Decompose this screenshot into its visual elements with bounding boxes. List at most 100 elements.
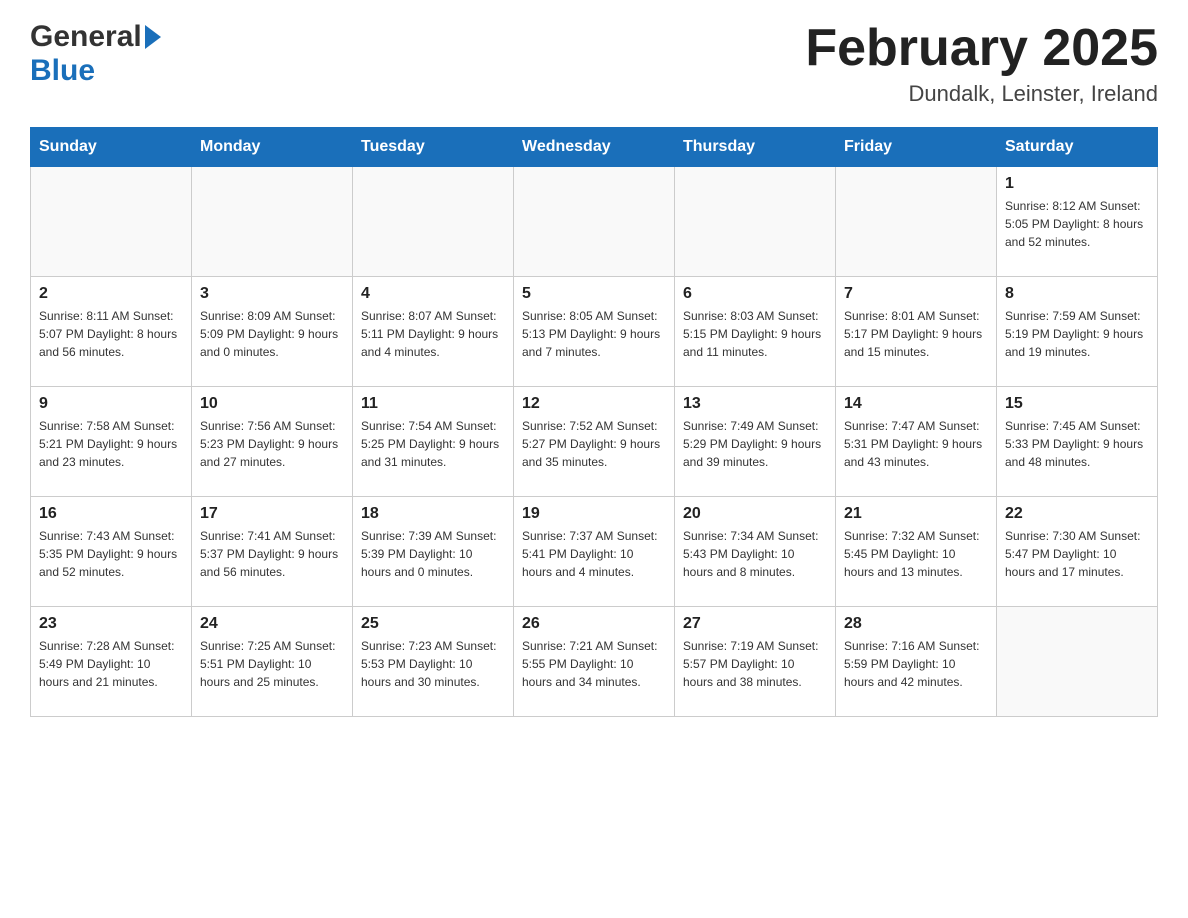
weekday-header-saturday: Saturday [997,128,1158,167]
day-info: Sunrise: 7:30 AM Sunset: 5:47 PM Dayligh… [1005,527,1149,581]
day-number: 3 [200,285,344,303]
day-info: Sunrise: 8:01 AM Sunset: 5:17 PM Dayligh… [844,307,988,361]
calendar-cell [836,167,997,277]
calendar-cell: 17 Sunrise: 7:41 AM Sunset: 5:37 PM Dayli… [192,497,353,607]
day-info: Sunrise: 7:28 AM Sunset: 5:49 PM Dayligh… [39,637,183,691]
day-info: Sunrise: 7:41 AM Sunset: 5:37 PM Dayligh… [200,527,344,581]
calendar-cell: 9 Sunrise: 7:58 AM Sunset: 5:21 PM Daylig… [31,387,192,497]
day-info: Sunrise: 7:21 AM Sunset: 5:55 PM Dayligh… [522,637,666,691]
calendar-cell [675,167,836,277]
logo-blue-text: Blue [30,54,95,88]
day-number: 9 [39,395,183,413]
calendar-cell: 5 Sunrise: 8:05 AM Sunset: 5:13 PM Daylig… [514,277,675,387]
calendar-cell: 23 Sunrise: 7:28 AM Sunset: 5:49 PM Dayli… [31,607,192,717]
calendar-cell: 10 Sunrise: 7:56 AM Sunset: 5:23 PM Dayli… [192,387,353,497]
day-number: 24 [200,615,344,633]
calendar-cell: 19Sunrise: 7:37 AM Sunset: 5:41 PM Dayli… [514,497,675,607]
calendar-cell: 4 Sunrise: 8:07 AM Sunset: 5:11 PM Daylig… [353,277,514,387]
logo-arrow-icon [145,25,161,49]
calendar-cell: 1 Sunrise: 8:12 AM Sunset: 5:05 PM Daylig… [997,167,1158,277]
weekday-header-sunday: Sunday [31,128,192,167]
day-info: Sunrise: 8:11 AM Sunset: 5:07 PM Dayligh… [39,307,183,361]
calendar-cell: 11 Sunrise: 7:54 AM Sunset: 5:25 PM Dayli… [353,387,514,497]
weekday-header-tuesday: Tuesday [353,128,514,167]
logo-general-text: General [30,20,142,54]
calendar-cell: 13 Sunrise: 7:49 AM Sunset: 5:29 PM Dayli… [675,387,836,497]
calendar-cell: 12 Sunrise: 7:52 AM Sunset: 5:27 PM Dayli… [514,387,675,497]
day-number: 28 [844,615,988,633]
page-header: General Blue February 2025 Dundalk, Lein… [30,20,1158,107]
day-number: 23 [39,615,183,633]
calendar-cell [514,167,675,277]
day-number: 1 [1005,175,1149,193]
calendar-cell: 16 Sunrise: 7:43 AM Sunset: 5:35 PM Dayli… [31,497,192,607]
calendar-cell: 7 Sunrise: 8:01 AM Sunset: 5:17 PM Daylig… [836,277,997,387]
title-section: February 2025 Dundalk, Leinster, Ireland [805,20,1158,107]
day-info: Sunrise: 7:32 AM Sunset: 5:45 PM Dayligh… [844,527,988,581]
day-number: 2 [39,285,183,303]
day-info: Sunrise: 8:05 AM Sunset: 5:13 PM Dayligh… [522,307,666,361]
calendar-cell [192,167,353,277]
calendar-cell: 27 Sunrise: 7:19 AM Sunset: 5:57 PM Dayli… [675,607,836,717]
day-info: Sunrise: 7:47 AM Sunset: 5:31 PM Dayligh… [844,417,988,471]
day-info: Sunrise: 7:59 AM Sunset: 5:19 PM Dayligh… [1005,307,1149,361]
day-info: Sunrise: 7:54 AM Sunset: 5:25 PM Dayligh… [361,417,505,471]
calendar-cell: 6Sunrise: 8:03 AM Sunset: 5:15 PM Daylig… [675,277,836,387]
calendar-cell: 8 Sunrise: 7:59 AM Sunset: 5:19 PM Daylig… [997,277,1158,387]
calendar-cell: 28 Sunrise: 7:16 AM Sunset: 5:59 PM Dayli… [836,607,997,717]
day-number: 20 [683,505,827,523]
weekday-header-monday: Monday [192,128,353,167]
calendar-cell: 25Sunrise: 7:23 AM Sunset: 5:53 PM Dayli… [353,607,514,717]
day-number: 19 [522,505,666,523]
day-number: 5 [522,285,666,303]
day-number: 18 [361,505,505,523]
week-row-1: 1 Sunrise: 8:12 AM Sunset: 5:05 PM Daylig… [31,167,1158,277]
calendar-cell: 3 Sunrise: 8:09 AM Sunset: 5:09 PM Daylig… [192,277,353,387]
day-info: Sunrise: 7:45 AM Sunset: 5:33 PM Dayligh… [1005,417,1149,471]
calendar-cell: 22 Sunrise: 7:30 AM Sunset: 5:47 PM Dayli… [997,497,1158,607]
day-number: 12 [522,395,666,413]
day-number: 10 [200,395,344,413]
day-number: 4 [361,285,505,303]
day-info: Sunrise: 8:09 AM Sunset: 5:09 PM Dayligh… [200,307,344,361]
calendar-cell: 15 Sunrise: 7:45 AM Sunset: 5:33 PM Dayli… [997,387,1158,497]
day-number: 22 [1005,505,1149,523]
week-row-3: 9 Sunrise: 7:58 AM Sunset: 5:21 PM Daylig… [31,387,1158,497]
weekday-header-friday: Friday [836,128,997,167]
calendar-cell: 20Sunrise: 7:34 AM Sunset: 5:43 PM Dayli… [675,497,836,607]
day-info: Sunrise: 7:52 AM Sunset: 5:27 PM Dayligh… [522,417,666,471]
day-info: Sunrise: 7:56 AM Sunset: 5:23 PM Dayligh… [200,417,344,471]
day-info: Sunrise: 7:43 AM Sunset: 5:35 PM Dayligh… [39,527,183,581]
day-number: 27 [683,615,827,633]
week-row-4: 16 Sunrise: 7:43 AM Sunset: 5:35 PM Dayli… [31,497,1158,607]
day-info: Sunrise: 7:58 AM Sunset: 5:21 PM Dayligh… [39,417,183,471]
day-info: Sunrise: 7:16 AM Sunset: 5:59 PM Dayligh… [844,637,988,691]
day-number: 21 [844,505,988,523]
calendar-cell: 2 Sunrise: 8:11 AM Sunset: 5:07 PM Daylig… [31,277,192,387]
day-info: Sunrise: 7:25 AM Sunset: 5:51 PM Dayligh… [200,637,344,691]
day-info: Sunrise: 8:12 AM Sunset: 5:05 PM Dayligh… [1005,197,1149,251]
calendar-cell: 24 Sunrise: 7:25 AM Sunset: 5:51 PM Dayli… [192,607,353,717]
day-number: 14 [844,395,988,413]
day-info: Sunrise: 7:49 AM Sunset: 5:29 PM Dayligh… [683,417,827,471]
day-info: Sunrise: 7:19 AM Sunset: 5:57 PM Dayligh… [683,637,827,691]
day-info: Sunrise: 8:07 AM Sunset: 5:11 PM Dayligh… [361,307,505,361]
calendar-cell: 18 Sunrise: 7:39 AM Sunset: 5:39 PM Dayli… [353,497,514,607]
day-number: 7 [844,285,988,303]
week-row-2: 2 Sunrise: 8:11 AM Sunset: 5:07 PM Daylig… [31,277,1158,387]
weekday-header-thursday: Thursday [675,128,836,167]
calendar-cell: 26Sunrise: 7:21 AM Sunset: 5:55 PM Dayli… [514,607,675,717]
calendar-cell: 21 Sunrise: 7:32 AM Sunset: 5:45 PM Dayli… [836,497,997,607]
day-number: 11 [361,395,505,413]
calendar-table: SundayMondayTuesdayWednesdayThursdayFrid… [30,127,1158,717]
day-info: Sunrise: 7:39 AM Sunset: 5:39 PM Dayligh… [361,527,505,581]
weekday-header-wednesday: Wednesday [514,128,675,167]
day-number: 8 [1005,285,1149,303]
day-number: 25 [361,615,505,633]
day-number: 13 [683,395,827,413]
calendar-cell: 14 Sunrise: 7:47 AM Sunset: 5:31 PM Dayli… [836,387,997,497]
day-number: 17 [200,505,344,523]
day-number: 16 [39,505,183,523]
day-number: 15 [1005,395,1149,413]
location-title: Dundalk, Leinster, Ireland [805,81,1158,107]
